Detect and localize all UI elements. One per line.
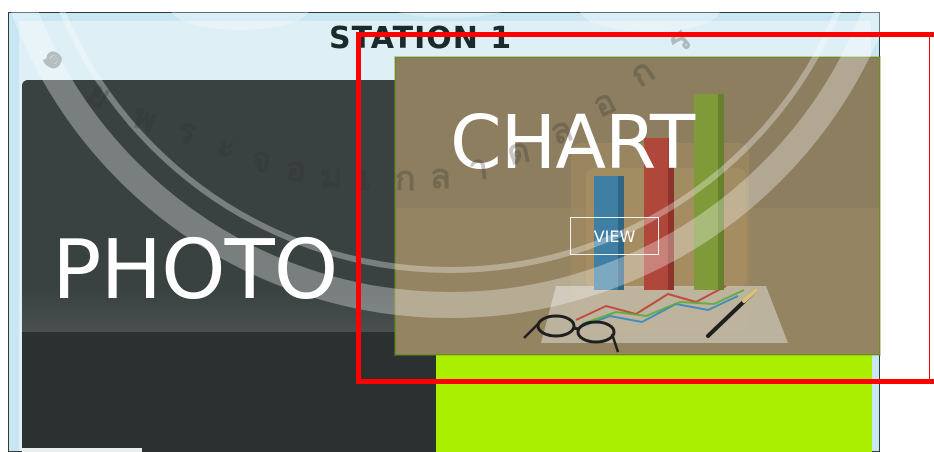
photo-tile[interactable]: PHOTO [22,80,436,452]
station-title: STATION 1 [329,21,513,56]
photo-tile-corner [22,448,142,452]
chart-label: CHART [450,100,695,186]
highlight-frame-right-edge [929,32,930,384]
chart-tile[interactable]: CHART VIEW [395,57,880,355]
view-button[interactable]: VIEW [570,217,659,255]
screen: PHOTO STATION 1 CHART VIEW ๑ ย พ ร ะ จ อ… [0,0,934,452]
